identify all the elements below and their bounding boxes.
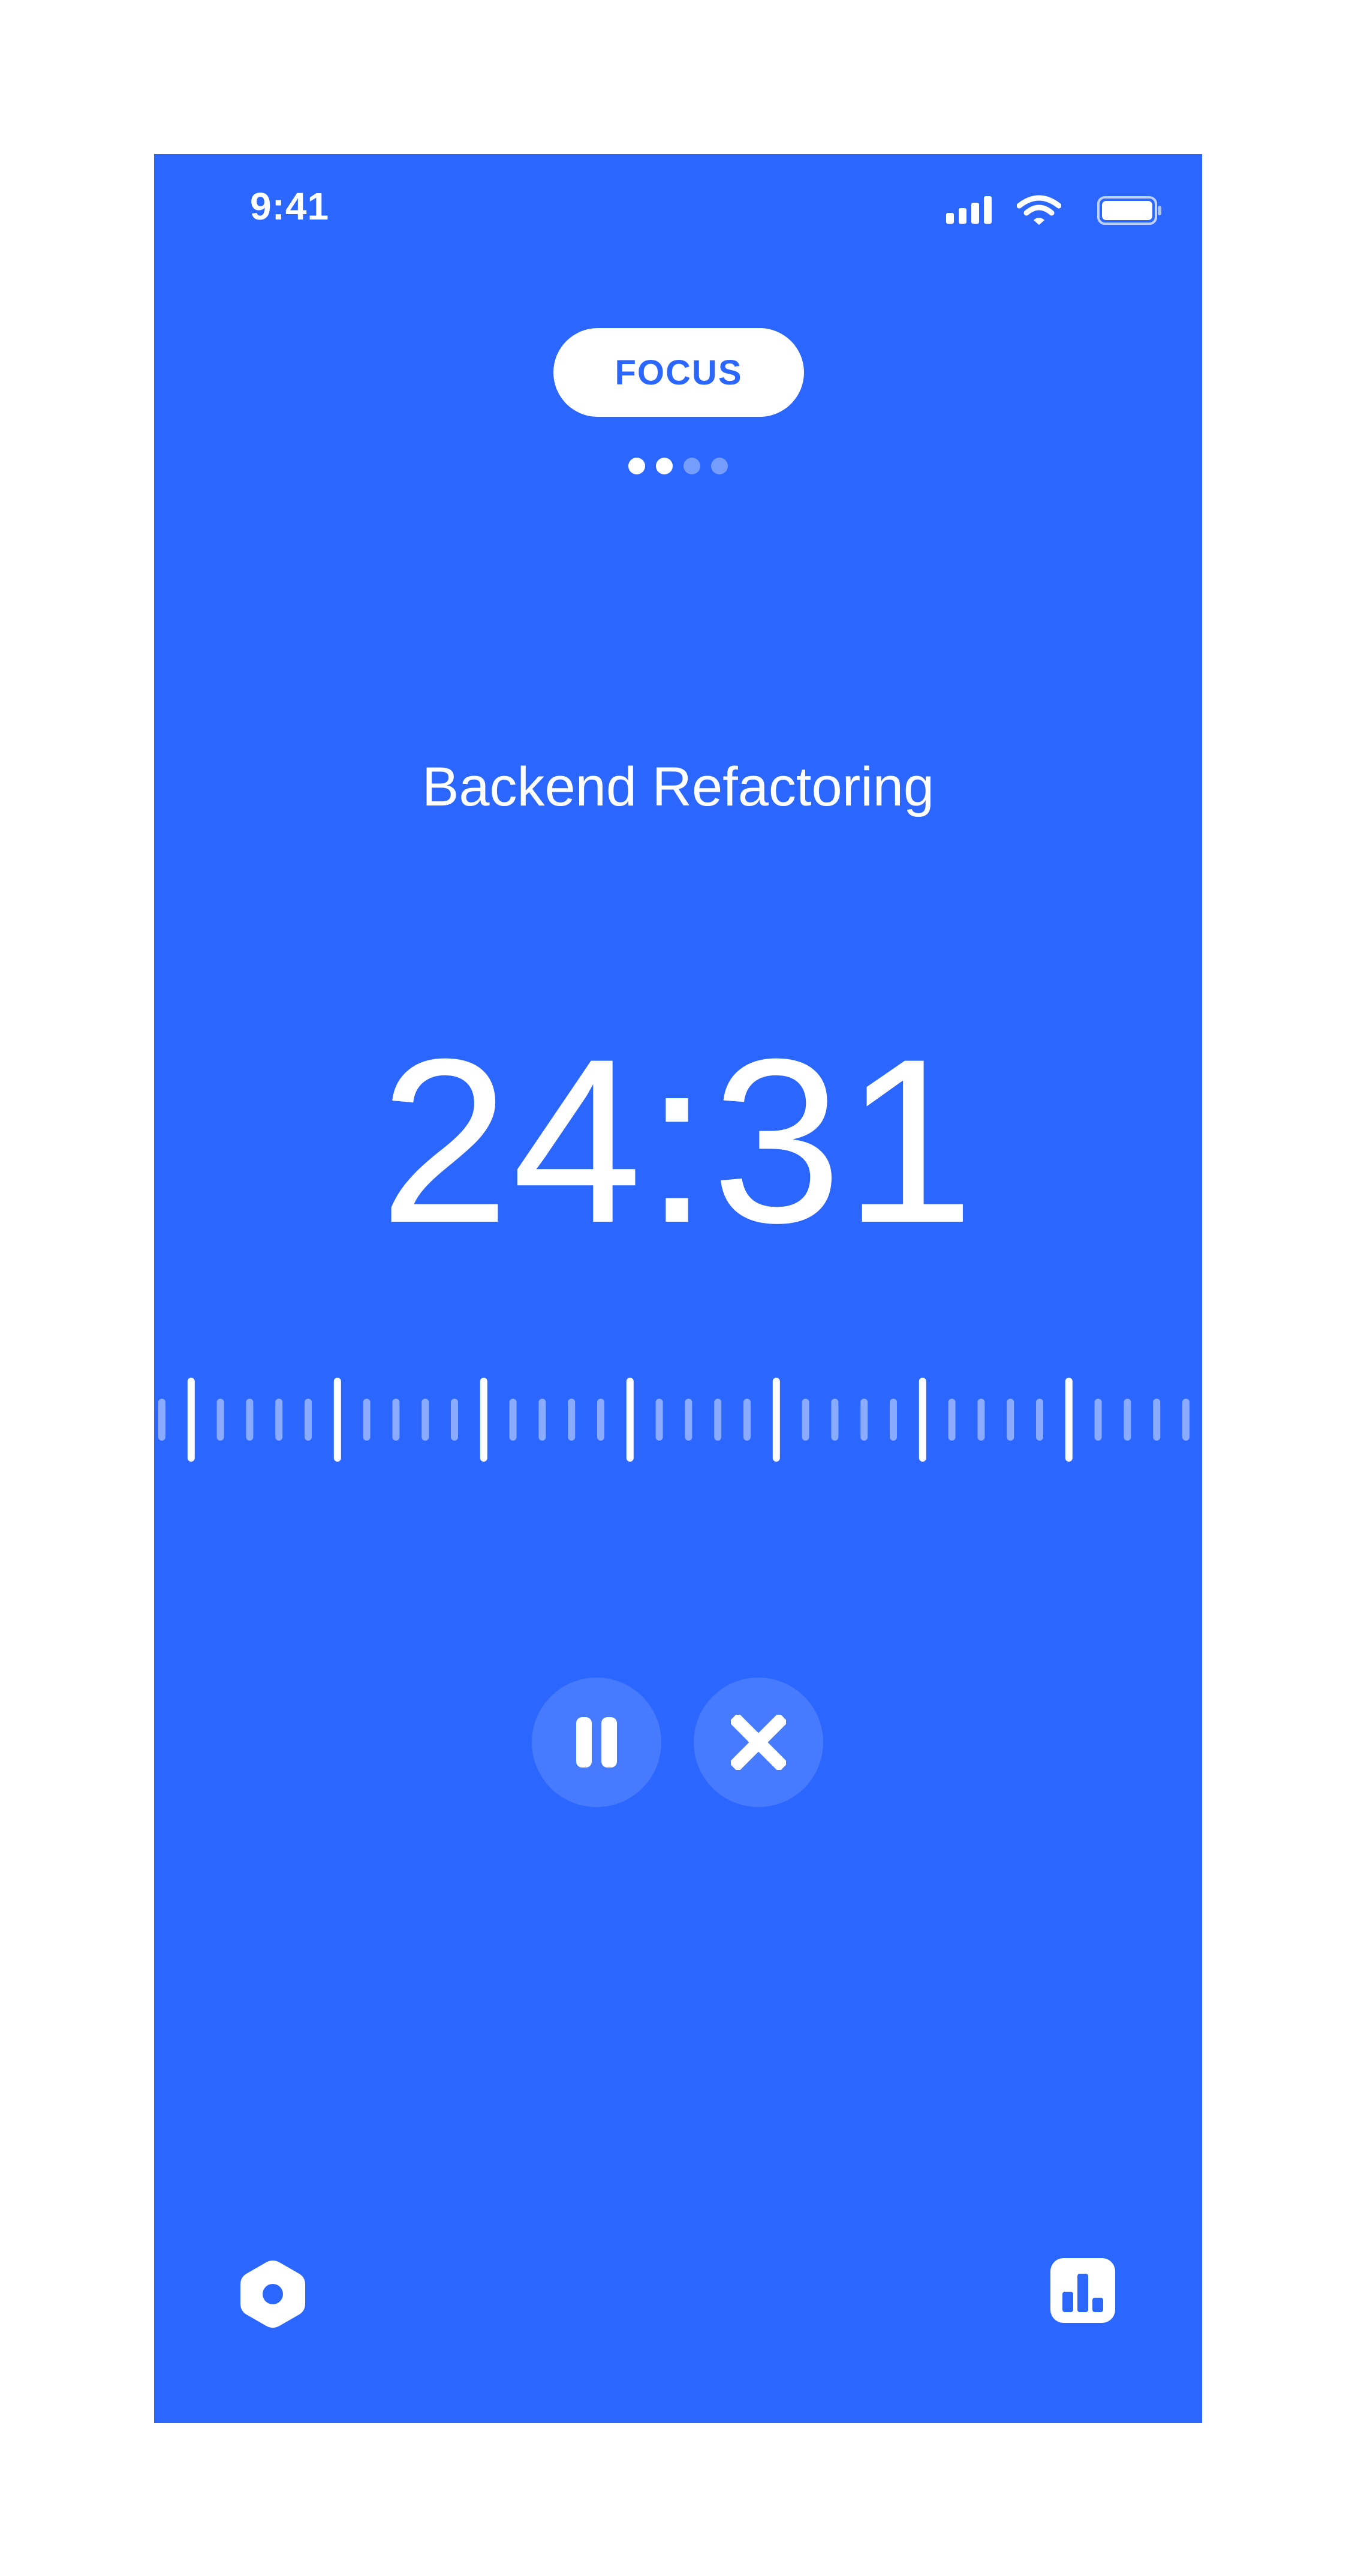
page-dot [711,458,728,474]
scrubber-minor-tick [538,1399,546,1441]
scrubber-major-tick [626,1378,634,1462]
scrubber-minor-tick [568,1399,576,1441]
scrubber-minor-tick [1036,1399,1043,1441]
scrubber-minor-tick [216,1399,224,1441]
scrubber-minor-tick [451,1399,458,1441]
scrubber-major-tick [333,1378,341,1462]
page-dot [683,458,700,474]
battery-icon [1097,196,1161,225]
scrubber-minor-tick [597,1399,604,1441]
stats-button[interactable] [1050,2258,1115,2326]
scrubber-minor-tick [421,1399,429,1441]
scrubber-minor-tick [714,1399,722,1441]
scrubber-minor-tick [158,1399,165,1441]
scrubber-minor-tick [977,1399,985,1441]
scrubber-minor-tick [1153,1399,1161,1441]
scrubber-major-tick [187,1378,195,1462]
scrubber-minor-tick [246,1399,254,1441]
settings-icon [240,2261,305,2328]
task-title: Backend Refactoring [421,756,935,817]
cancel-button[interactable] [694,1678,823,1807]
scrubber-minor-tick [363,1399,371,1441]
page-dot [656,458,673,474]
stats-icon [1050,2258,1115,2323]
wifi-icon [1017,195,1061,225]
scrubber-major-tick [1065,1378,1073,1462]
scrubber-minor-tick [831,1399,839,1441]
mode-pill[interactable]: FOCUS [553,328,804,417]
status-time: 9:41 [250,185,330,228]
scrubber-minor-tick [743,1399,751,1441]
page-dot [628,458,645,474]
scrubber-minor-tick [1094,1399,1102,1441]
scrubber-major-tick [919,1378,926,1462]
scrubber-major-tick [480,1378,487,1462]
time-scrubber[interactable] [154,1375,1202,1465]
scrubber-minor-tick [509,1399,517,1441]
scrubber-minor-tick [1124,1399,1131,1441]
scrubber-minor-tick [305,1399,312,1441]
pause-button[interactable] [532,1678,661,1807]
timer-display: 24:31 [380,1010,977,1272]
focus-timer-screen: 9:41 FOCUS Backend Refactoring 24:31 [154,154,1202,2423]
scrubber-major-tick [772,1378,780,1462]
scrubber-minor-tick [1007,1399,1014,1441]
scrubber-minor-tick [655,1399,663,1441]
scrubber-minor-tick [802,1399,809,1441]
scrubber-minor-tick [1182,1399,1190,1441]
scrubber-minor-tick [275,1399,283,1441]
close-icon [731,1715,786,1770]
cellular-signal-icon [946,196,992,224]
scrubber-minor-tick [860,1399,868,1441]
scrubber-minor-tick [890,1399,897,1441]
scrubber-minor-tick [392,1399,400,1441]
page-indicator [154,458,1202,476]
scrubber-minor-tick [948,1399,956,1441]
scrubber-minor-tick [685,1399,692,1441]
pause-icon [576,1717,617,1768]
settings-button[interactable] [239,2258,306,2333]
